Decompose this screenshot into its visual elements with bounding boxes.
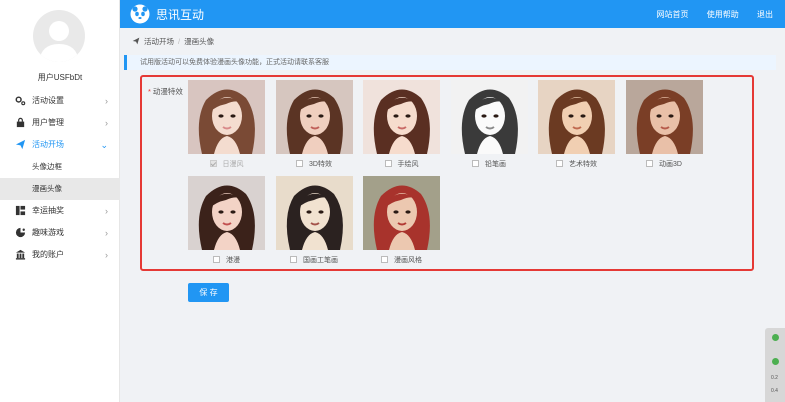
top-links: 网站首页 使用帮助 退出 (641, 9, 773, 20)
gift-icon (15, 205, 26, 216)
sidebar-item-lucky-draw[interactable]: 幸运抽奖 › (0, 200, 120, 222)
effect-option-anim3d[interactable]: 动画3D (626, 159, 703, 171)
status-dot-icon (772, 334, 779, 341)
breadcrumb: 活动开场 / 漫画头像 (132, 36, 214, 47)
username: 用户USFbDt (37, 73, 83, 82)
sidebar-item-label: 用户管理 (32, 118, 64, 127)
top-navbar: 思讯互动 网站首页 使用帮助 退出 (120, 0, 785, 28)
chevron-right-icon: › (105, 228, 108, 238)
app-title: 思讯互动 (156, 8, 205, 22)
effect-option-handdrawn[interactable]: 手绘风 (363, 159, 440, 171)
effect-checkbox[interactable] (556, 160, 563, 167)
effect-option-label: 艺术特效 (569, 161, 597, 168)
effect-option-label: 3D特效 (309, 161, 332, 168)
breadcrumb-item[interactable]: 活动开场 (144, 37, 174, 46)
sidebar-menu: 活动设置 › 用户管理 › 活动开场 ⌄ 头像边框 漫画头像 幸运抽奖 › 趣味… (0, 90, 120, 266)
gears-icon (15, 96, 26, 106)
effect-thumbnail[interactable] (188, 176, 265, 250)
effect-thumbnail[interactable] (450, 80, 528, 154)
effect-checkbox[interactable] (290, 256, 297, 263)
effect-option-comic[interactable]: 漫画风格 (363, 255, 440, 267)
effect-checkbox[interactable] (213, 256, 220, 263)
effect-option-pencil[interactable]: 铅笔画 (451, 159, 528, 171)
chevron-right-icon: › (105, 118, 108, 128)
effect-option-3d[interactable]: 3D特效 (276, 159, 353, 171)
sidebar-item-activity-open[interactable]: 活动开场 ⌄ (0, 134, 120, 156)
sidebar-item-fun-games[interactable]: 趣味游戏 › (0, 222, 120, 244)
effect-option-hk[interactable]: 港漫 (188, 255, 265, 267)
field-label: * 动漫特效 (148, 87, 183, 96)
effect-thumbnail[interactable] (363, 176, 440, 250)
effect-checkbox[interactable] (296, 160, 304, 167)
effect-checkbox[interactable] (384, 160, 392, 167)
sidebar-item-label: 活动开场 (32, 140, 64, 149)
save-button[interactable]: 保 存 (188, 283, 229, 302)
chevron-right-icon: › (105, 206, 108, 216)
effect-option-label: 漫画风格 (394, 257, 422, 264)
chevron-right-icon: › (105, 250, 108, 260)
sidebar-item-label: 幸运抽奖 (32, 206, 64, 215)
sidebar-subitem-avatar-frame[interactable]: 头像边框 (0, 156, 120, 178)
chevron-down-icon: ⌄ (100, 140, 108, 150)
breadcrumb-current: 漫画头像 (184, 37, 215, 46)
required-mark: * (148, 87, 151, 96)
sidebar-item-my-account[interactable]: 我的账户 › (0, 244, 120, 266)
effect-thumbnail[interactable] (188, 80, 265, 154)
floating-panel[interactable]: 0.2 0.4 (765, 328, 785, 402)
effect-checkbox[interactable] (209, 160, 217, 167)
effect-option-anime[interactable]: 日漫风 (188, 159, 265, 171)
sidebar-subitem-comic-avatar[interactable]: 漫画头像 (0, 178, 120, 200)
effect-checkbox[interactable] (646, 160, 654, 167)
status-dot-icon (772, 358, 779, 365)
help-link[interactable]: 使用帮助 (707, 10, 739, 19)
paper-plane-icon (132, 37, 140, 45)
effect-option-label: 手绘风 (397, 161, 419, 168)
sidebar-item-label: 趣味游戏 (32, 228, 64, 237)
effect-option-label: 港漫 (226, 257, 240, 264)
bank-icon (15, 249, 26, 260)
effect-thumbnail[interactable] (625, 80, 703, 154)
effect-thumbnail[interactable] (275, 80, 353, 154)
sidebar: 用户USFbDt 活动设置 › 用户管理 › 活动开场 ⌄ 头像边框 漫画头像 … (0, 0, 120, 402)
effect-option-label: 动画3D (659, 161, 682, 168)
sidebar-item-label: 活动设置 (32, 96, 64, 105)
sidebar-item-activity-settings[interactable]: 活动设置 › (0, 90, 120, 112)
effect-option-label: 铅笔画 (485, 161, 506, 168)
avatar[interactable] (33, 10, 85, 62)
sidebar-item-label: 我的账户 (32, 250, 64, 259)
effect-option-label: 国画工笔画 (303, 257, 338, 264)
trial-notice: 试用版活动可以免费体验漫画头像功能，正式活动请联系客服 (124, 55, 776, 70)
effect-checkbox[interactable] (381, 256, 388, 263)
effect-option-label: 日漫风 (222, 161, 244, 168)
gamepad-icon (15, 227, 26, 238)
effect-thumbnail[interactable] (275, 176, 353, 250)
effect-checkbox[interactable] (472, 160, 479, 167)
chevron-right-icon: › (105, 96, 108, 106)
breadcrumb-separator: / (178, 37, 181, 46)
effect-thumbnail[interactable] (538, 80, 615, 154)
home-link[interactable]: 网站首页 (657, 10, 689, 19)
effect-option-art[interactable]: 艺术特效 (538, 159, 615, 171)
sidebar-item-user-management[interactable]: 用户管理 › (0, 112, 120, 134)
effect-option-ink[interactable]: 国画工笔画 (276, 255, 353, 267)
lock-icon (16, 117, 25, 128)
speed-readout: 0.2 (771, 375, 778, 381)
panda-logo-icon[interactable] (130, 4, 150, 24)
speed-readout: 0.4 (771, 388, 778, 394)
logout-link[interactable]: 退出 (757, 10, 773, 19)
effect-thumbnail[interactable] (363, 80, 440, 154)
paper-plane-icon (15, 139, 26, 150)
